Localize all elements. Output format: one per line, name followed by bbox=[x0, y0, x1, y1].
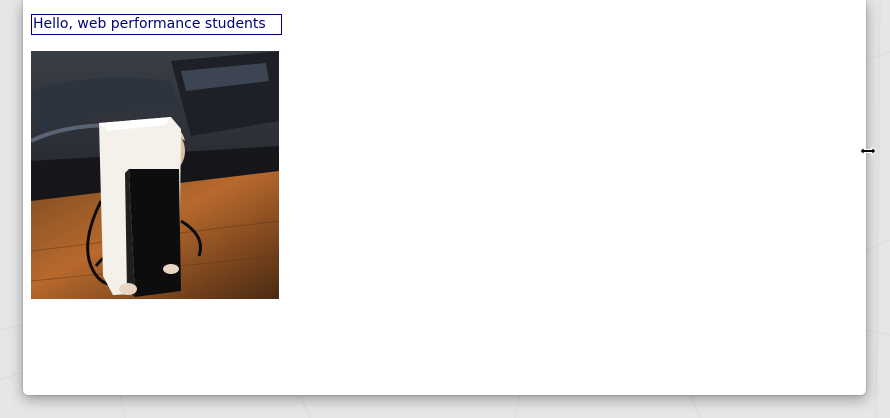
horizontal-resize-cursor-icon bbox=[859, 145, 877, 157]
greeting-text: Hello, web performance students bbox=[31, 14, 282, 35]
cat-image bbox=[31, 51, 279, 299]
browser-window: Hello, web performance students bbox=[23, 0, 866, 395]
